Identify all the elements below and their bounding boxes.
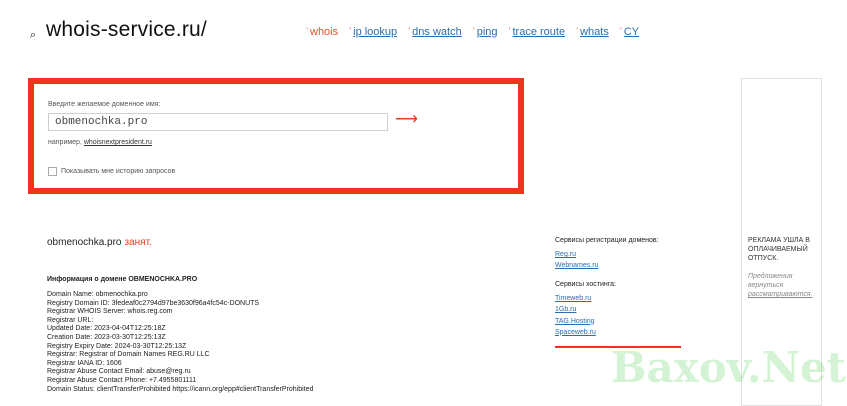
search-icon: ⌕ [30,29,37,41]
registration-services: Сервисы регистрации доменов: Reg.ru Webn… [555,237,659,272]
whois-line: Updated Date: 2023-04-04T12:25:18Z [47,325,166,333]
nav-label: whois [310,26,339,38]
whois-line: Registrar Abuse Contact Email: abuse@reg… [47,368,191,376]
top-nav: ’ whois ’ ip lookup ’ dns watch ’ ping ’ trac… [306,26,650,38]
submit-arrow-icon[interactable]: ⟶ [395,109,418,129]
whois-line: Registrar URL: [47,316,94,324]
history-checkbox[interactable] [48,167,57,176]
nav-whois[interactable]: ’ whois [306,26,338,38]
whois-line: Creation Date: 2023-03-30T12:25:13Z [47,333,166,341]
nav-dns-watch[interactable]: ’ dns watch [408,26,462,38]
site-logo[interactable]: whois-service.ru/ [46,18,207,42]
quote-icon: ’ [349,26,352,36]
hosting-services: Сервисы хостинга: Timeweb.ru 1Gb.ru TAG.… [555,281,616,338]
whois-line: Registry Expiry Date: 2024-03-30T12:25:1… [47,342,187,350]
nav-trace-route[interactable]: ’ trace route [509,26,566,38]
registration-heading: Сервисы регистрации доменов: [555,237,659,244]
link-1gb[interactable]: 1Gb.ru [555,304,616,315]
nav-label: whats [580,26,609,38]
result-title: obmenochka.pro занят. [47,237,152,248]
ad-title: РЕКЛАМА УШЛА В ОПЛАЧИВАЕМЫЙ ОТПУСК. [748,237,810,262]
ad-sub-link[interactable]: рассматриваются. [748,291,813,298]
nav-label: ip lookup [353,26,398,38]
link-spaceweb[interactable]: Spaceweb.ru [555,327,616,338]
link-reg-ru[interactable]: Reg.ru [555,249,659,260]
quote-icon: ’ [408,26,411,36]
result-domain: obmenochka.pro [47,237,122,248]
link-timeweb[interactable]: Timeweb.ru [555,293,616,304]
link-tag-hosting[interactable]: TAG.Hosting [555,316,616,327]
whois-line: Registrar WHOIS Server: whois.reg.com [47,308,173,316]
quote-icon: ’ [508,26,511,36]
quote-icon: ’ [472,26,475,36]
nav-label: dns watch [412,26,462,38]
quote-icon: ’ [619,26,622,36]
whois-line: Registrar Abuse Contact Phone: +7.495580… [47,376,197,384]
watermark: Baxov.Net [611,343,847,392]
example-link[interactable]: whoisnextpresident.ru [84,139,152,146]
quote-icon: ’ [306,26,308,36]
nav-label: ping [476,26,498,38]
ad-subtext: Предложения вернуться рассматриваются. [748,272,822,299]
search-form: Введите желаемое доменное имя: obmenochk… [28,78,524,194]
whois-line: Registrar IANA ID: 1606 [47,359,122,367]
info-heading: Информация о домене OBMENOCHKA.PRO [47,276,198,283]
nav-whats[interactable]: ’ whats [576,26,609,38]
nav-cy[interactable]: ’ CY [620,26,639,38]
whois-line: Domain Name: obmenochka.pro [47,291,148,298]
quote-icon: ’ [576,26,579,36]
nav-label: trace route [512,26,566,38]
whois-record: Domain Name: obmenochka.pro Registry Dom… [47,291,313,394]
nav-label: CY [623,26,640,38]
status-badge: занят. [124,237,152,248]
whois-line: Registrar: Registrar of Domain Names REG… [47,351,210,359]
domain-input[interactable]: obmenochka.pro [48,113,388,131]
whois-line: Domain Status: clientTransferProhibited … [47,385,314,393]
link-webnames[interactable]: Webnames.ru [555,260,659,271]
hosting-heading: Сервисы хостинга: [555,281,616,288]
whois-line: Registry Domain ID: 3fedeaf0c2794d97be36… [47,299,260,307]
nav-ping[interactable]: ’ ping [473,26,498,38]
example-hint: например, whoisnextpresident.ru [48,139,152,146]
ad-sub-text: Предложения вернуться [748,273,793,289]
search-label: Введите желаемое доменное имя: [48,101,161,108]
history-option[interactable]: Показывать мне историю запросов [48,167,175,176]
example-prefix: например, [48,139,82,146]
history-label: Показывать мне историю запросов [61,168,176,175]
nav-ip-lookup[interactable]: ’ ip lookup [349,26,397,38]
